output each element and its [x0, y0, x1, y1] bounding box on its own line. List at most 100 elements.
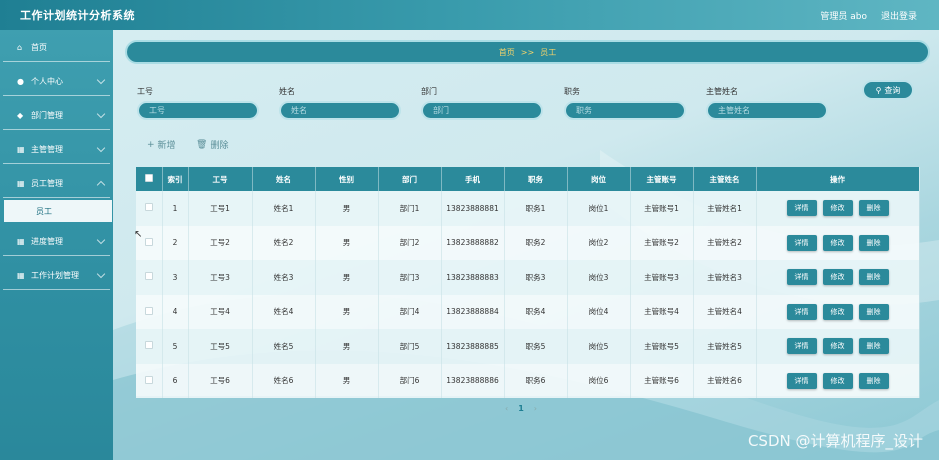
table-cell: 男 — [315, 191, 379, 226]
sidebar-item-label: 个人中心 — [31, 77, 63, 86]
chevron-up-icon — [96, 180, 106, 190]
delete-row-button[interactable]: 删除 — [858, 338, 889, 355]
table-cell: 主管账号4 — [630, 294, 694, 329]
row-select-cell[interactable] — [136, 260, 163, 295]
table-cell: 男 — [315, 329, 379, 364]
table-cell: 男 — [315, 225, 379, 260]
sidebar-item-progress[interactable]: ▦ 进度管理 — [3, 228, 110, 256]
detail-button[interactable]: 详情 — [786, 269, 817, 286]
edit-button[interactable]: 修改 — [822, 303, 853, 320]
checkbox[interactable] — [144, 203, 153, 212]
table-cell: 4 — [162, 294, 189, 329]
detail-button[interactable]: 详情 — [786, 372, 817, 389]
row-select-cell[interactable] — [136, 294, 163, 329]
detail-button[interactable]: 详情 — [786, 234, 817, 251]
filter-label-supervisor-name: 主管姓名 — [706, 87, 738, 96]
add-button[interactable]: + 新增 — [147, 138, 176, 152]
column-header: 性别 — [315, 167, 379, 191]
checkbox[interactable] — [144, 174, 153, 182]
header-select-all[interactable] — [136, 167, 163, 191]
sidebar-item-supervisor[interactable]: ▦ 主管管理 — [3, 136, 110, 164]
row-select-cell[interactable] — [136, 191, 163, 226]
detail-button[interactable]: 详情 — [786, 303, 817, 320]
edit-button[interactable]: 修改 — [822, 338, 853, 355]
edit-button[interactable]: 修改 — [822, 372, 853, 389]
sidebar-item-employee[interactable]: ▦ 员工管理 — [3, 170, 110, 198]
edit-button[interactable]: 修改 — [822, 200, 853, 217]
table-cell: 岗位4 — [567, 294, 631, 329]
row-actions: 详情 修改 删除 — [756, 191, 920, 226]
table-cell: 主管账号1 — [630, 191, 694, 226]
edit-button[interactable]: 修改 — [822, 234, 853, 251]
checkbox[interactable] — [144, 341, 153, 350]
table-cell: 部门3 — [378, 260, 442, 295]
checkbox[interactable] — [144, 237, 153, 246]
table-cell: 姓名5 — [252, 329, 316, 364]
table-cell: 主管姓名1 — [693, 191, 757, 226]
table-row: 2 工号2 姓名2 男部门2 13823888882 职务2 岗位2 主管账号2 主管姓名2 详情… — [136, 225, 920, 260]
table-cell: 2 — [162, 225, 189, 260]
checkbox[interactable] — [144, 306, 153, 315]
delete-row-button[interactable]: 删除 — [858, 303, 889, 320]
column-header: 主管姓名 — [693, 167, 757, 191]
search-button[interactable]: ⚲ 查询 — [862, 80, 914, 100]
table-cell: 5 — [162, 329, 189, 364]
delete-row-button[interactable]: 删除 — [858, 372, 889, 389]
breadcrumb-home[interactable]: 首页 — [499, 47, 515, 58]
search-button-label: 查询 — [884, 85, 901, 95]
row-actions: 详情 修改 删除 — [756, 329, 920, 364]
current-page[interactable]: 1 — [518, 404, 524, 413]
position-input[interactable] — [564, 101, 686, 120]
sidebar-item-work-plan[interactable]: ▦ 工作计划管理 — [3, 262, 110, 290]
row-select-cell[interactable] — [136, 363, 163, 398]
detail-button[interactable]: 详情 — [786, 338, 817, 355]
table-cell: 男 — [315, 260, 379, 295]
table-cell: 工号6 — [188, 363, 253, 398]
plus-icon: + — [147, 139, 155, 150]
table-cell: 岗位6 — [567, 363, 631, 398]
emp-no-input[interactable] — [137, 101, 259, 120]
delete-row-button[interactable]: 删除 — [858, 200, 889, 217]
row-select-cell[interactable] — [136, 329, 163, 364]
table-cell: 岗位5 — [567, 329, 631, 364]
table-cell: 职务3 — [504, 260, 568, 295]
column-header: 部门 — [378, 167, 442, 191]
supervisor-name-input[interactable] — [706, 101, 828, 120]
table-cell: 姓名3 — [252, 260, 316, 295]
table-cell: 13823888883 — [441, 260, 505, 295]
column-header: 岗位 — [567, 167, 631, 191]
next-page-button[interactable]: › — [534, 404, 537, 413]
sidebar-subitem-employee[interactable]: 员工 — [4, 200, 112, 222]
delete-row-button[interactable]: 删除 — [858, 269, 889, 286]
row-actions: 详情 修改 删除 — [756, 260, 920, 295]
table-cell: 工号1 — [188, 191, 253, 226]
delete-button[interactable]: 🗑 删除 — [196, 138, 228, 152]
checkbox[interactable] — [144, 272, 153, 281]
sidebar-item-department[interactable]: ◆ 部门管理 — [3, 102, 110, 130]
delete-row-button[interactable]: 删除 — [858, 234, 889, 251]
location-icon: ◆ — [17, 111, 24, 120]
table-cell: 岗位3 — [567, 260, 631, 295]
table-cell: 主管姓名2 — [693, 225, 757, 260]
table-row: 4 工号4 姓名4 男部门4 13823888884 职务4 岗位4 主管账号4 主管姓名4 详情… — [136, 294, 920, 329]
table-cell: 13823888881 — [441, 191, 505, 226]
table-cell: 职务2 — [504, 225, 568, 260]
prev-page-button[interactable]: ‹ — [505, 404, 508, 413]
name-input[interactable] — [279, 101, 401, 120]
add-button-label: 新增 — [157, 141, 176, 151]
grid-icon: ▦ — [17, 179, 25, 188]
edit-button[interactable]: 修改 — [822, 269, 853, 286]
detail-button[interactable]: 详情 — [786, 200, 817, 217]
table-cell: 工号3 — [188, 260, 253, 295]
department-input[interactable] — [421, 101, 543, 120]
table-cell: 部门4 — [378, 294, 442, 329]
checkbox[interactable] — [144, 375, 153, 384]
user-icon: ● — [17, 77, 24, 86]
sidebar-item-personal-center[interactable]: ● 个人中心 — [3, 68, 110, 96]
column-header: 主管账号 — [630, 167, 694, 191]
logout-link[interactable]: 退出登录 — [881, 9, 917, 22]
watermark: CSDN @计算机程序_设计 — [747, 432, 923, 450]
table-cell: 主管账号6 — [630, 363, 694, 398]
sidebar-item-home[interactable]: ⌂ 首页 — [3, 34, 110, 62]
table-row: 6 工号6 姓名6 男部门6 13823888886 职务6 岗位6 主管账号6 主管姓名6 详情… — [136, 363, 920, 398]
